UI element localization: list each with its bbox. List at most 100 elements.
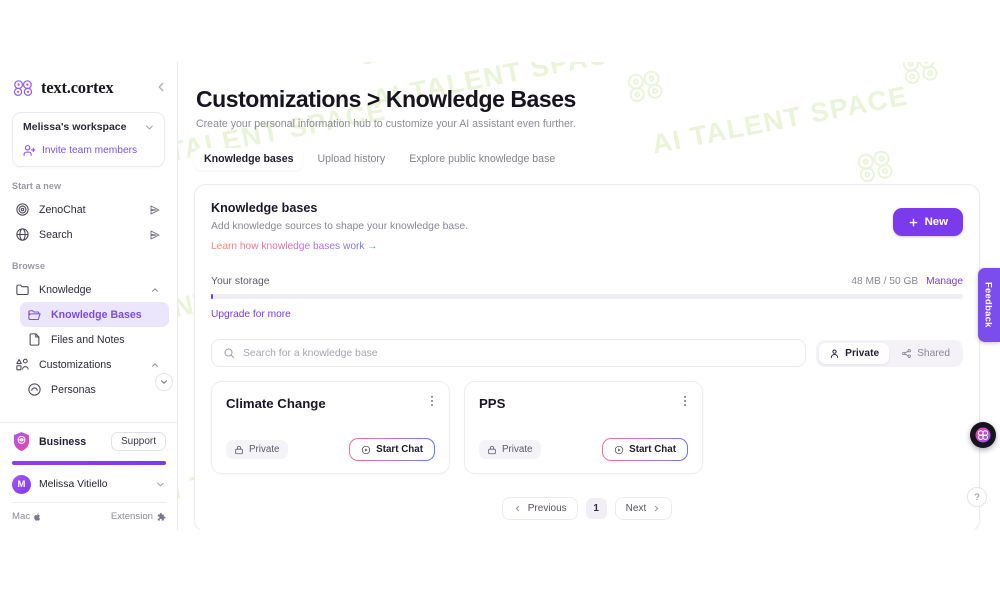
chevron-left-icon <box>515 505 519 512</box>
page-title-prefix: Customizations <box>196 86 361 112</box>
sidebar-item-label: Search <box>39 228 73 241</box>
chevron-down-icon <box>157 482 164 487</box>
sidebar-item-knowledge-bases[interactable]: Knowledge Bases <box>20 302 169 327</box>
knowledge-base-card[interactable]: PPS Private Start Chat <box>464 381 703 474</box>
sidebar-item-knowledge[interactable]: Knowledge <box>8 277 169 302</box>
panel-heading: Knowledge bases <box>211 201 318 215</box>
card-footer: Private Start Chat <box>479 438 688 461</box>
sidebar-item-label: Knowledge Bases <box>51 308 142 321</box>
sidebar: text.cortex Melissa's workspace Invite t… <box>0 62 178 530</box>
chevron-right-icon <box>655 505 659 512</box>
page-title-separator: > <box>360 86 386 112</box>
learn-how-knowledge-bases-work-link[interactable]: Learn how knowledge bases work → <box>211 241 378 252</box>
search-and-filter-row: Private Shared <box>211 339 963 367</box>
storage-progress-fill <box>211 294 213 299</box>
knowledge-bases-panel: Knowledge bases Add knowledge sources to… <box>194 184 980 530</box>
sidebar-item-label: Customizations <box>39 358 112 371</box>
search-input[interactable] <box>243 347 795 359</box>
new-knowledge-base-button[interactable]: New <box>892 208 963 236</box>
send-icon[interactable] <box>149 229 161 241</box>
app-root: AI TALENT SPACE AI TALENT SPACE AI TALEN… <box>0 0 1000 600</box>
user-menu[interactable]: M Melissa Vitiello <box>12 475 166 503</box>
page-subtitle: Create your personal information hub to … <box>196 118 576 130</box>
sidebar-item-customizations[interactable]: Customizations <box>8 352 169 377</box>
bottom-chrome-band <box>0 530 1000 600</box>
page-title: Customizations > Knowledge Bases <box>196 86 1000 113</box>
play-circle-icon <box>362 445 371 454</box>
tab-bar: Knowledge bases Upload history Explore p… <box>194 148 1000 170</box>
send-icon[interactable] <box>149 204 161 216</box>
storage-label: Your storage <box>211 276 270 287</box>
filter-private-button[interactable]: Private <box>819 342 890 364</box>
cortex-assistant-button[interactable] <box>970 422 996 448</box>
workspace-name: Melissa's workspace <box>23 121 127 133</box>
mac-app-link[interactable]: Mac <box>12 511 42 522</box>
start-chat-button[interactable]: Start Chat <box>602 438 688 461</box>
storage-row: Your storage 48 MB / 50 GB Manage <box>211 276 963 287</box>
filter-shared-button[interactable]: Shared <box>891 343 960 364</box>
card-footer: Private Start Chat <box>226 438 435 461</box>
start-chat-label: Start Chat <box>376 444 423 455</box>
page-title-current: Knowledge Bases <box>385 86 577 112</box>
person-icon <box>830 349 839 358</box>
pagination-next-button[interactable]: Next <box>614 497 673 520</box>
brand-name: text.cortex <box>41 78 114 97</box>
search-box[interactable] <box>211 339 807 367</box>
sidebar-item-files-and-notes[interactable]: Files and Notes <box>20 327 169 352</box>
tab-knowledge-bases[interactable]: Knowledge bases <box>194 148 304 170</box>
visibility-filter-group: Private Shared <box>816 339 963 367</box>
filter-shared-label: Shared <box>917 347 950 359</box>
customizations-expand-badge[interactable] <box>155 373 173 391</box>
search-icon <box>224 348 235 359</box>
user-plus-icon <box>23 145 36 156</box>
sidebar-item-personas[interactable]: Personas <box>20 377 169 402</box>
pagination-previous-label: Previous <box>527 503 567 514</box>
plan-row: Business Support <box>12 431 166 452</box>
storage-manage-link[interactable]: Manage <box>926 276 963 287</box>
share-icon <box>902 348 912 358</box>
panel-subheading: Add knowledge sources to shape your know… <box>211 221 469 232</box>
lock-icon <box>488 445 496 454</box>
feedback-tab[interactable]: Feedback <box>978 268 1000 342</box>
invite-team-members-button[interactable]: Invite team members <box>13 139 164 166</box>
cortex-brain-icon <box>975 427 991 443</box>
pagination: Previous 1 Next <box>195 497 979 520</box>
storage-right: 48 MB / 50 GB Manage <box>851 276 963 287</box>
pagination-previous-button[interactable]: Previous <box>501 497 578 520</box>
knowledge-base-card[interactable]: Climate Change Private Start Chat <box>211 381 450 474</box>
invite-team-members-label: Invite team members <box>42 145 138 156</box>
mac-label: Mac <box>12 511 31 522</box>
knowledge-base-card-list: Climate Change Private Start Chat PPS Pr… <box>211 381 963 474</box>
workspace-selector[interactable]: Melissa's workspace <box>13 113 164 139</box>
brand: text.cortex <box>0 62 177 98</box>
globe-icon <box>16 228 29 241</box>
apple-icon <box>34 512 41 521</box>
browse-heading: Browse <box>12 261 46 271</box>
sidebar-item-zenochat[interactable]: ZenoChat <box>8 197 169 222</box>
chevron-left-icon[interactable] <box>154 80 168 94</box>
workspace-card: Melissa's workspace Invite team members <box>12 112 165 167</box>
card-visibility-badge: Private <box>479 440 541 459</box>
sidebar-footer: Business Support M Melissa Vitiello Mac <box>0 422 177 530</box>
main-content: Customizations > Knowledge Bases Create … <box>178 62 1000 530</box>
new-button-label: New <box>924 216 948 228</box>
kebab-menu-icon[interactable] <box>678 394 692 408</box>
upgrade-for-more-link[interactable]: Upgrade for more <box>211 309 291 320</box>
chevron-up-icon[interactable] <box>150 360 160 370</box>
kebab-menu-icon[interactable] <box>425 394 439 408</box>
start-chat-button[interactable]: Start Chat <box>349 438 435 461</box>
tab-upload-history[interactable]: Upload history <box>307 148 395 170</box>
card-title: Climate Change <box>226 396 326 411</box>
customizations-icon <box>16 358 29 371</box>
avatar: M <box>12 475 31 494</box>
tab-explore-public-knowledge-base[interactable]: Explore public knowledge base <box>399 148 565 170</box>
extension-link[interactable]: Extension <box>111 511 166 522</box>
help-button[interactable]: ? <box>967 487 987 507</box>
pagination-page-1[interactable]: 1 <box>585 498 607 519</box>
filter-private-label: Private <box>845 347 880 359</box>
chevron-up-icon[interactable] <box>150 285 160 295</box>
sidebar-item-search[interactable]: Search <box>8 222 169 247</box>
support-button[interactable]: Support <box>110 432 166 451</box>
storage-used: 48 MB / 50 GB <box>851 276 919 287</box>
lock-icon <box>235 445 243 454</box>
